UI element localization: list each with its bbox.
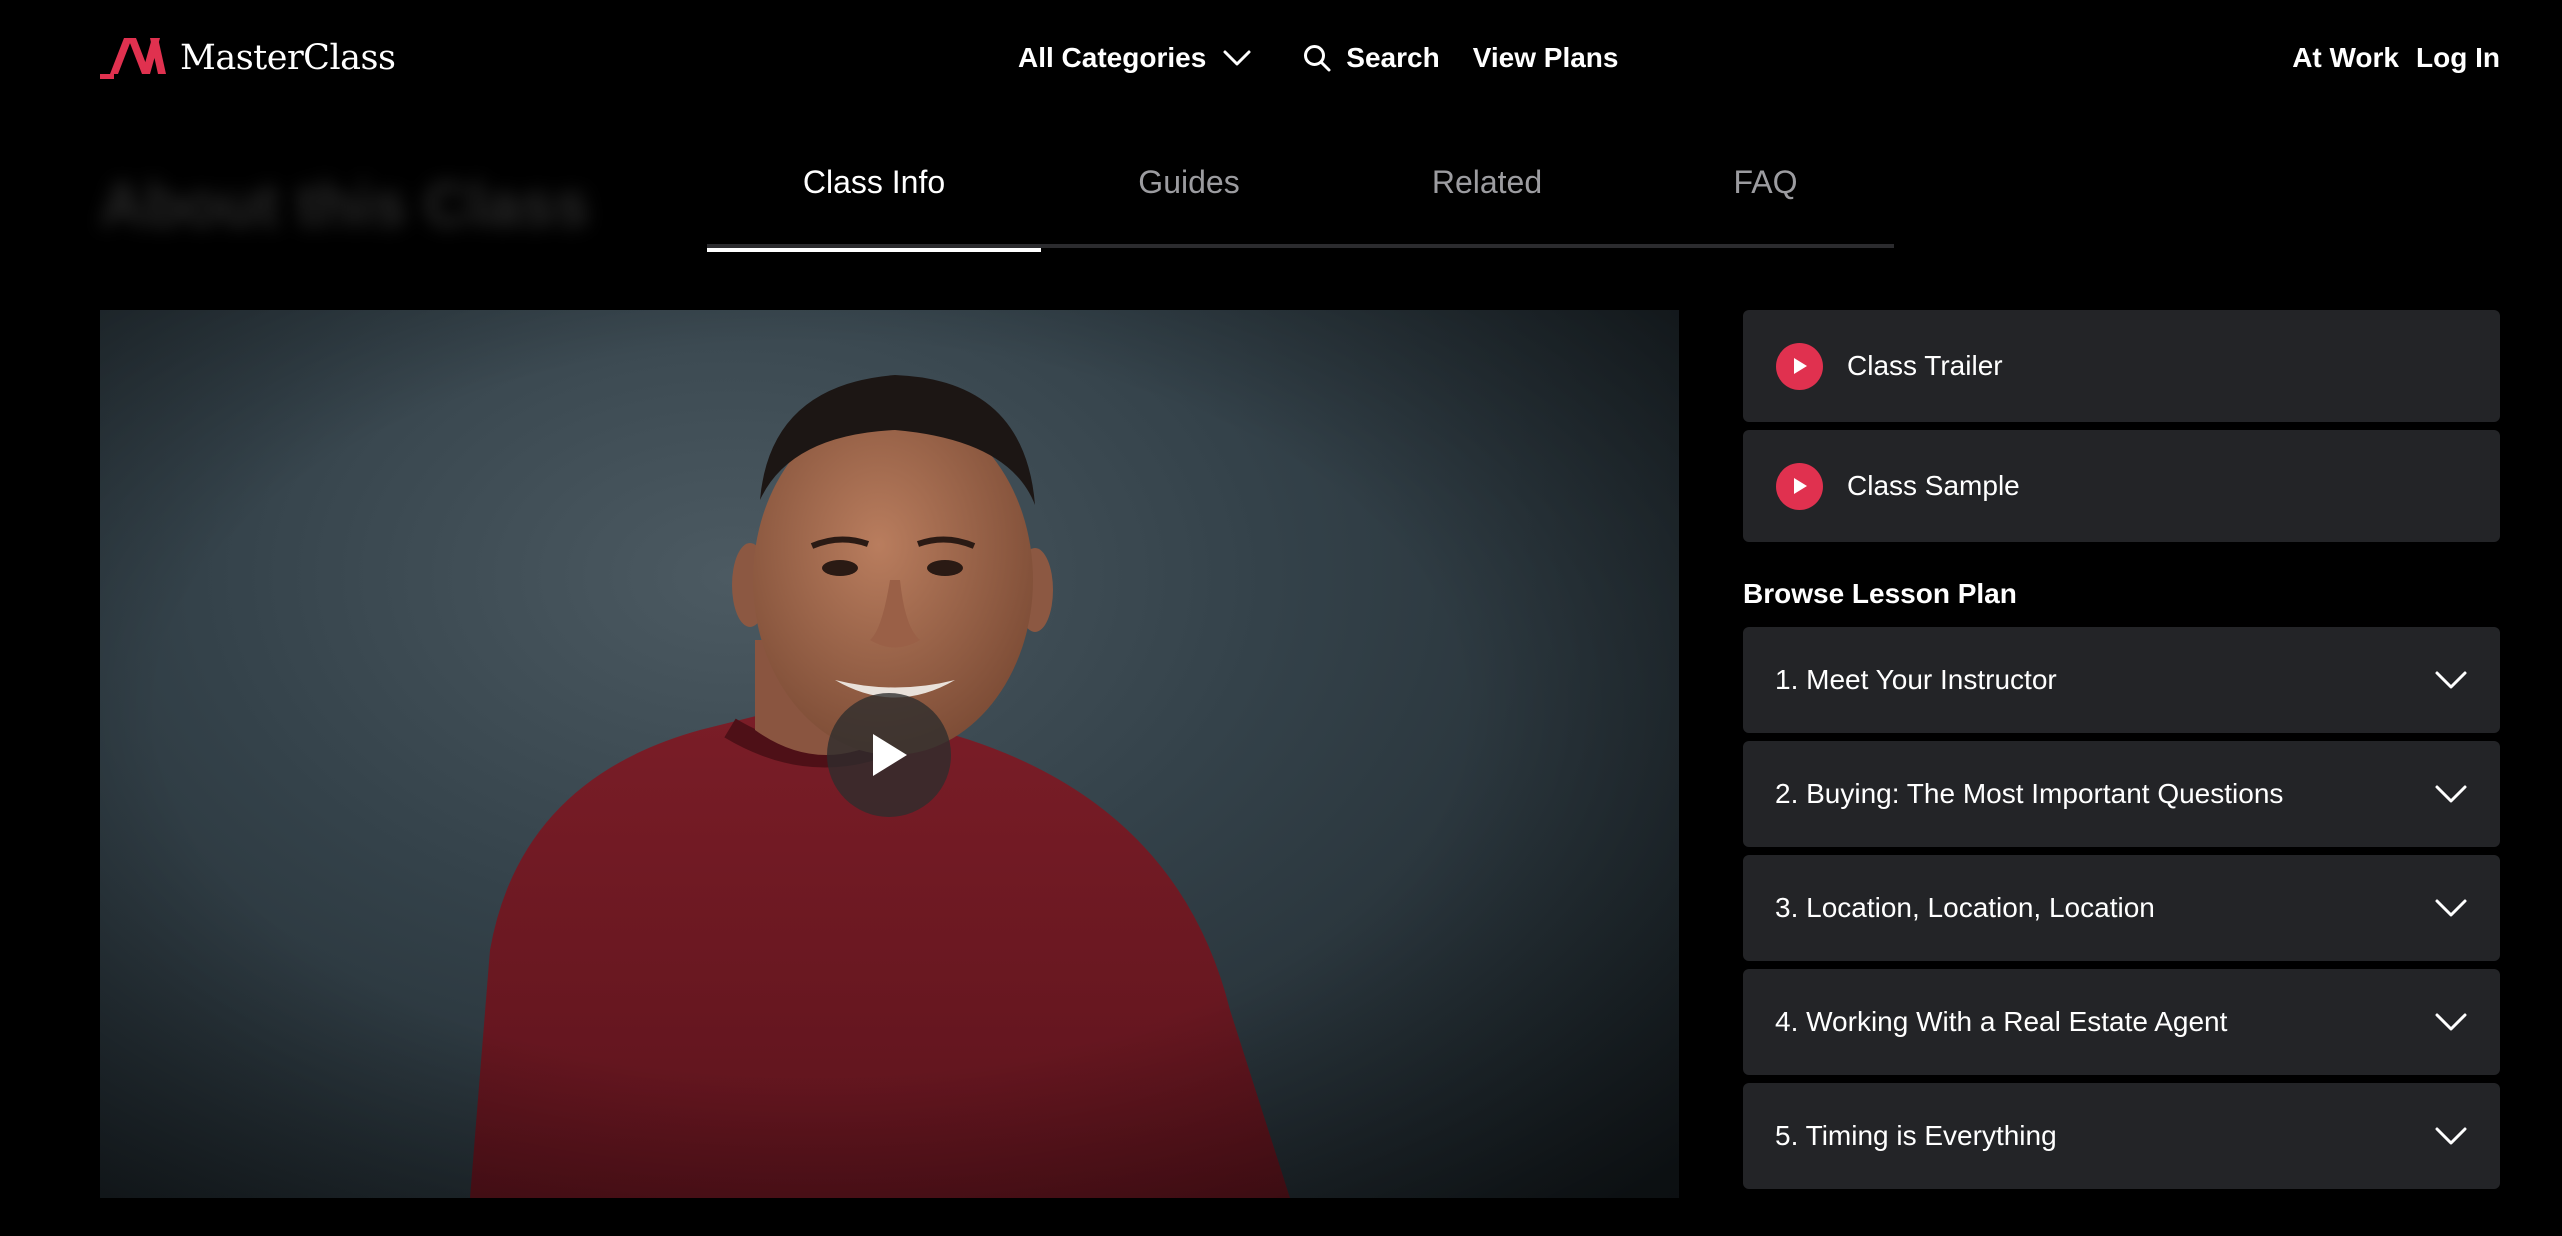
section-title: About this Class (100, 171, 590, 240)
play-icon (1776, 342, 1823, 390)
masterclass-logo[interactable]: MasterClass (100, 36, 396, 80)
all-categories-dropdown[interactable]: All Categories (1018, 42, 1252, 74)
class-sample-button[interactable]: Class Sample (1743, 430, 2500, 542)
tab-related[interactable]: Related (1337, 150, 1637, 248)
lesson-title: 3. Location, Location, Location (1775, 892, 2155, 923)
lesson-title: 1. Meet Your Instructor (1775, 664, 2057, 695)
tab-guides[interactable]: Guides (1041, 150, 1337, 248)
lesson-item[interactable]: 5. Timing is Everything (1743, 1083, 2500, 1189)
tab-class-info[interactable]: Class Info (707, 150, 1041, 252)
lesson-item[interactable]: 4. Working With a Real Estate Agent (1743, 969, 2500, 1075)
play-icon (873, 734, 907, 776)
chevron-down-icon (2435, 1013, 2467, 1031)
play-icon (1776, 462, 1823, 510)
brand-name: MasterClass (180, 38, 396, 78)
lesson-item[interactable]: 3. Location, Location, Location (1743, 855, 2500, 961)
lesson-title: 2. Buying: The Most Important Questions (1775, 778, 2284, 809)
tab-faq[interactable]: FAQ (1637, 150, 1894, 248)
lesson-title: 5. Timing is Everything (1775, 1120, 2057, 1151)
lesson-item[interactable]: 2. Buying: The Most Important Questions (1743, 741, 2500, 847)
class-trailer-button[interactable]: Class Trailer (1743, 310, 2500, 422)
chevron-down-icon (2435, 899, 2467, 917)
chevron-down-icon (2435, 785, 2467, 803)
search-label: Search (1346, 42, 1440, 73)
search-button[interactable]: Search (1302, 42, 1440, 74)
all-categories-label: All Categories (1018, 42, 1207, 73)
lesson-item[interactable]: 1. Meet Your Instructor (1743, 627, 2500, 733)
chevron-down-icon (2435, 671, 2467, 689)
lesson-title: 4. Working With a Real Estate Agent (1775, 1006, 2228, 1037)
class-sidebar: Class Trailer Class Sample Browse Lesson… (1743, 310, 2500, 1197)
video-play-button[interactable] (827, 693, 951, 817)
class-sample-label: Class Sample (1847, 470, 2020, 501)
view-plans-link[interactable]: View Plans (1473, 42, 1619, 74)
chevron-down-icon (1223, 50, 1251, 66)
search-icon (1304, 45, 1331, 72)
lesson-plan-heading: Browse Lesson Plan (1743, 578, 2017, 609)
at-work-link[interactable]: At Work (2292, 42, 2399, 74)
top-navigation: MasterClass All Categories Search View P… (0, 0, 2562, 118)
class-tabs: Class Info Guides Related FAQ (707, 150, 1894, 252)
account-nav: At Work Log In (2292, 34, 2500, 82)
chevron-down-icon (2435, 1127, 2467, 1145)
class-video-player[interactable] (100, 310, 1679, 1198)
masterclass-logo-icon (100, 38, 166, 79)
class-trailer-label: Class Trailer (1847, 350, 2003, 381)
log-in-link[interactable]: Log In (2416, 42, 2500, 74)
primary-nav: All Categories Search View Plans (1018, 34, 1618, 82)
